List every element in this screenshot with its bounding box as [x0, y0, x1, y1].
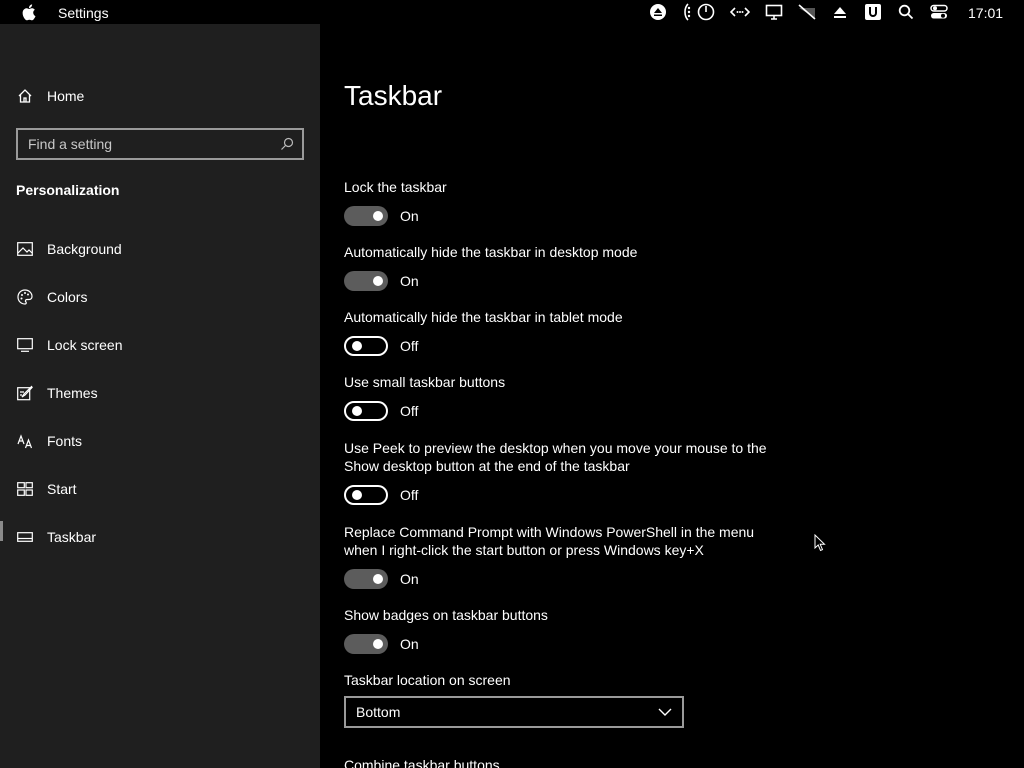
toggle-switch[interactable]	[344, 485, 388, 505]
powershell-toggle[interactable]: On	[344, 569, 419, 589]
start-icon	[16, 480, 34, 498]
toggle-knob	[373, 639, 383, 649]
toggle-state: On	[400, 571, 419, 587]
toggle-switch[interactable]	[344, 271, 388, 291]
network-arrows-icon[interactable]	[730, 2, 750, 22]
sidebar-item-label: Background	[47, 241, 122, 257]
sidebar-item-label: Home	[47, 88, 85, 104]
page-title: Taskbar	[344, 80, 443, 111]
menu-bar: Settings 17:01	[0, 0, 1024, 24]
search-icon[interactable]	[280, 137, 294, 151]
toggle-state: Off	[400, 487, 419, 503]
taskbar-location-dropdown[interactable]: Bottom	[344, 696, 684, 728]
toggle-switch[interactable]	[344, 569, 388, 589]
sidebar-item-fonts[interactable]: Fonts	[0, 421, 320, 461]
setting-label: Show badges on taskbar buttons	[344, 607, 548, 623]
brush-icon	[16, 384, 34, 402]
sidebar-item-label: Lock screen	[47, 337, 123, 353]
home-icon	[16, 87, 34, 105]
section-heading: Personalization	[16, 182, 120, 198]
dropdown-value: Bottom	[356, 704, 401, 720]
toggle-switch[interactable]	[344, 336, 388, 356]
eject-icon[interactable]	[648, 2, 668, 22]
app-title[interactable]: Settings	[58, 5, 109, 21]
picture-icon	[16, 240, 34, 258]
toggle-state: Off	[400, 403, 419, 419]
toggle-knob	[373, 211, 383, 221]
setting-label: Use Peek to preview the desktop when you…	[344, 440, 767, 474]
mouse-cursor-icon	[814, 534, 826, 552]
toggle-state: Off	[400, 338, 419, 354]
active-indicator	[0, 521, 3, 541]
wifi-off-icon[interactable]	[797, 2, 817, 22]
setting-label: Use small taskbar buttons	[344, 374, 506, 390]
sidebar-item-themes[interactable]: Themes	[0, 373, 320, 413]
control-center-icon[interactable]	[929, 2, 949, 22]
setting-label: Replace Command Prompt with Windows Powe…	[344, 524, 755, 558]
sidebar-item-label: Themes	[47, 385, 98, 401]
search-input[interactable]	[28, 135, 268, 153]
toggle-knob	[352, 490, 362, 500]
upload-icon[interactable]	[830, 2, 850, 22]
location-label: Taskbar location on screen	[344, 672, 511, 688]
toggle-knob	[352, 406, 362, 416]
toggle-state: On	[400, 273, 419, 289]
toggle-state: On	[400, 636, 419, 652]
toggle-state: On	[400, 208, 419, 224]
sidebar-item-start[interactable]: Start	[0, 469, 320, 509]
toggle-switch[interactable]	[344, 634, 388, 654]
fonts-icon	[16, 432, 34, 450]
sidebar-item-label: Colors	[47, 289, 88, 305]
badges-toggle[interactable]: On	[344, 634, 419, 654]
lock-taskbar-toggle[interactable]: On	[344, 206, 419, 226]
u-badge-icon[interactable]	[863, 2, 883, 22]
brightness-icon[interactable]	[678, 2, 698, 22]
sidebar-item-label: Fonts	[47, 433, 83, 449]
sidebar-item-background[interactable]: Background	[0, 229, 320, 269]
sidebar-item-taskbar[interactable]: Taskbar	[0, 517, 320, 557]
toggle-knob	[373, 574, 383, 584]
setting-label: Lock the taskbar	[344, 179, 447, 195]
sidebar-item-home[interactable]: Home	[0, 76, 320, 116]
lock-screen-icon	[16, 336, 34, 354]
toggle-knob	[352, 341, 362, 351]
toggle-switch[interactable]	[344, 206, 388, 226]
autohide-tablet-toggle[interactable]: Off	[344, 336, 418, 356]
setting-label: Automatically hide the taskbar in tablet…	[344, 309, 623, 325]
taskbar-icon	[16, 528, 34, 546]
display-icon[interactable]	[764, 2, 784, 22]
clock[interactable]: 17:01	[968, 5, 1003, 21]
sidebar-item-label: Start	[47, 481, 77, 497]
toggle-knob	[373, 276, 383, 286]
sidebar-item-label: Taskbar	[47, 529, 97, 545]
timer-icon[interactable]	[696, 2, 716, 22]
palette-icon	[16, 288, 34, 306]
autohide-desktop-toggle[interactable]: On	[344, 271, 419, 291]
main-content: Taskbar Lock the taskbar On Automaticall…	[320, 24, 1024, 768]
sidebar: Home Personalization Background Colors L…	[0, 24, 320, 768]
search-box[interactable]	[16, 128, 304, 160]
search-icon[interactable]	[896, 2, 916, 22]
setting-label: Automatically hide the taskbar in deskto…	[344, 244, 638, 260]
chevron-down-icon	[658, 708, 672, 716]
small-buttons-toggle[interactable]: Off	[344, 401, 418, 421]
sidebar-item-colors[interactable]: Colors	[0, 277, 320, 317]
combine-buttons-label: Combine taskbar buttons	[344, 757, 500, 768]
peek-toggle[interactable]: Off	[344, 485, 418, 505]
apple-logo-icon[interactable]	[22, 3, 38, 21]
toggle-switch[interactable]	[344, 401, 388, 421]
sidebar-item-lock-screen[interactable]: Lock screen	[0, 325, 320, 365]
